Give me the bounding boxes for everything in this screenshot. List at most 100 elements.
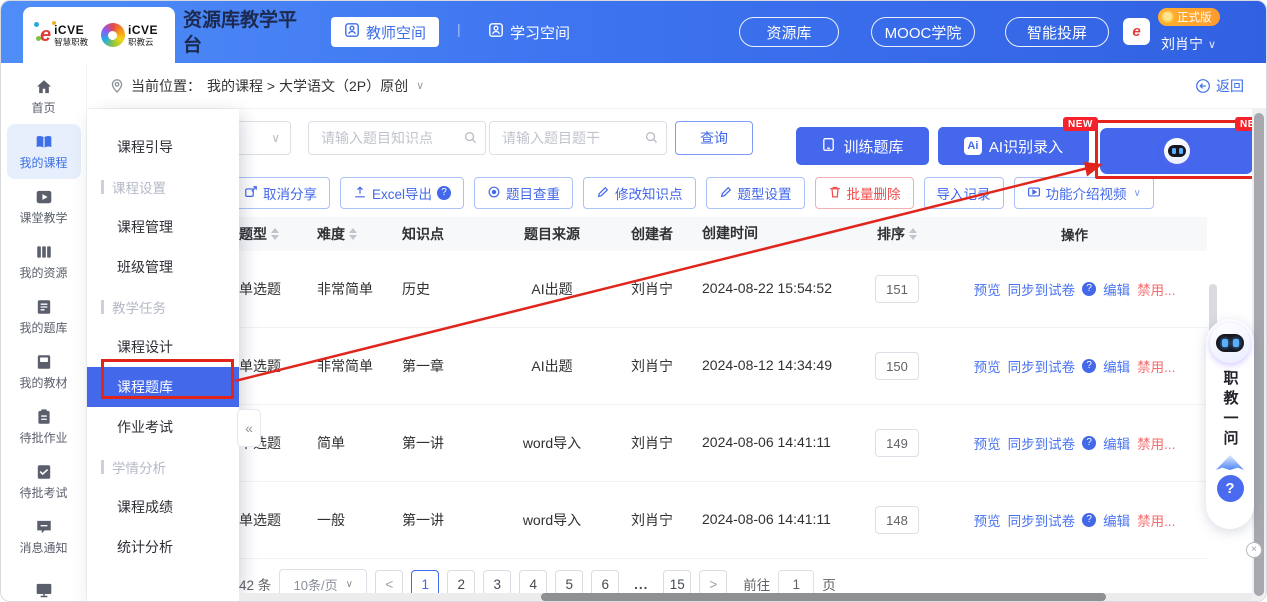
toolbar-duplicate-check-button[interactable]: 题目查重 [474,177,573,209]
toolbar-cancel-share-button[interactable]: 取消分享 [231,177,330,209]
column-header: 创建者 [612,224,692,244]
sidebar-item-notifications[interactable]: 消息通知 [7,509,81,564]
close-icon[interactable]: × [1246,542,1262,558]
menu-item-statistics[interactable]: 统计分析 [87,527,239,567]
toolbar-excel-export-button[interactable]: Excel导出 ? [340,177,464,209]
chevron-down-icon: ∨ [1134,188,1141,199]
sidebar-item-label: 待批考试 [19,484,67,501]
order-input[interactable] [875,352,919,380]
row-actions-cell: 预览 同步到试卷 ? 编辑 禁用... [942,279,1207,299]
ai-recognize-button[interactable]: Ai AI识别录入 [938,127,1089,165]
disable-link[interactable]: 禁用... [1137,356,1175,376]
sort-icons[interactable] [909,228,917,240]
sort-icons[interactable] [349,228,357,240]
assistant-widget[interactable]: 职教一问 ? [1206,319,1254,529]
menu-item-course-guide[interactable]: 课程引导 [87,127,239,167]
back-button[interactable]: 返回 [1195,76,1244,96]
disable-link[interactable]: 禁用... [1137,279,1175,299]
teacher-space-button[interactable]: 教师空间 [331,17,439,47]
help-button[interactable]: ? [1217,475,1244,502]
search-button[interactable]: 查询 [675,121,753,155]
preview-link[interactable]: 预览 [974,510,1001,530]
sidebar-item-screen[interactable] [7,564,81,601]
sidebar-item-label: 课堂教学 [19,209,67,226]
menu-item-course-grades[interactable]: 课程成绩 [87,487,239,527]
breadcrumb-path[interactable]: 我的课程 > 大学语文（2P）原创 [207,76,408,96]
toolbar-batch-delete-button[interactable]: 批量删除 [815,177,914,209]
sync-to-paper-link[interactable]: 同步到试卷 [1008,510,1076,530]
sidebar-item-my-courses[interactable]: 我的课程 [7,124,81,179]
textbook-icon [35,353,53,371]
menu-item-course-design[interactable]: 课程设计 [87,327,239,367]
disable-link[interactable]: 禁用... [1137,433,1175,453]
creator-cell: 刘肖宁 [612,356,692,376]
sidebar-item-my-question-bank[interactable]: 我的题库 [7,289,81,344]
logo2-title: iCVE [128,24,158,36]
sidebar-item-my-resources[interactable]: 我的资源 [7,234,81,289]
window-scrollbar-thumb[interactable] [1254,113,1264,596]
new-badge: NEW [1063,117,1098,131]
created-at-cell: 2024-08-06 14:41:11 [692,509,852,531]
quick-link-0[interactable]: 资源库 [739,17,839,47]
horizontal-scrollbar-thumb[interactable] [541,593,1106,601]
sort-icons[interactable] [271,228,279,240]
order-input[interactable] [875,506,919,534]
table-row: 单选题 非常简单 历史 AI出题 刘肖宁 2024-08-22 15:54:52… [207,251,1207,328]
icve-zhijiaoyun-logo: iCVE 职教云 [101,23,158,47]
edit-link[interactable]: 编辑 [1103,356,1130,376]
edit-link[interactable]: 编辑 [1103,433,1130,453]
menu-item-course-management[interactable]: 课程管理 [87,207,239,247]
quick-link-1[interactable]: MOOC学院 [871,17,975,47]
logo1-title: iCVE [54,24,88,36]
icve-mini-logo[interactable]: e [1123,18,1150,45]
logo1-subtitle: 智慧职教 [54,38,88,47]
help-badge-icon[interactable]: ? [1082,436,1096,450]
preview-link[interactable]: 预览 [974,433,1001,453]
ai-icon: Ai [964,137,982,155]
quick-link-2[interactable]: 智能投屏 [1005,17,1109,47]
help-badge-icon[interactable]: ? [437,186,451,200]
top-header: e iCVE智慧职教 iCVE职教云 资源库教学平台 教师空间 | 学习空间 资… [1,1,1266,63]
sidebar-item-my-textbooks[interactable]: 我的教材 [7,344,81,399]
help-badge-icon[interactable]: ? [1082,359,1096,373]
menu-section-course-settings: 课程设置 [87,167,239,207]
sidebar-item-pending-exams[interactable]: 待批考试 [7,454,81,509]
preview-link[interactable]: 预览 [974,356,1001,376]
toolbar-modify-knowledge-button[interactable]: 修改知识点 [583,177,696,209]
sync-to-paper-link[interactable]: 同步到试卷 [1008,279,1076,299]
help-badge-icon[interactable]: ? [1082,513,1096,527]
menu-collapse-button[interactable]: « [237,409,261,447]
preview-link[interactable]: 预览 [974,279,1001,299]
sidebar-item-pending-homework[interactable]: 待批作业 [7,399,81,454]
sidebar-item-label: 消息通知 [19,539,67,556]
sidebar-item-label: 我的题库 [19,319,67,336]
training-bank-button[interactable]: 训练题库 [796,127,929,165]
knowledge-point-cell: 第一章 [392,356,492,376]
edit-link[interactable]: 编辑 [1103,510,1130,530]
sidebar-item-home[interactable]: 首页 [7,69,81,124]
sync-to-paper-link[interactable]: 同步到试卷 [1008,433,1076,453]
intro-video-icon [1027,185,1041,202]
student-space-button[interactable]: 学习空间 [475,17,583,47]
modify-knowledge-icon [596,185,610,202]
chevron-down-icon[interactable]: ∨ [416,79,424,92]
disable-link[interactable]: 禁用... [1137,510,1175,530]
stem-search-input[interactable] [489,121,667,155]
menu-item-homework-exam[interactable]: 作业考试 [87,407,239,447]
logo2-subtitle: 职教云 [128,38,158,47]
edit-link[interactable]: 编辑 [1103,279,1130,299]
toolbar-intro-video-button[interactable]: 功能介绍视频 ∨ [1014,177,1154,209]
clipboard-icon [35,408,53,426]
help-badge-icon[interactable]: ? [1082,282,1096,296]
toolbar-import-records-button[interactable]: 导入记录 [924,177,1004,209]
menu-item-course-question-bank[interactable]: 课程题库 [87,367,239,407]
knowledge-search-input[interactable] [308,121,486,155]
toolbar-question-type-settings-button[interactable]: 题型设置 [706,177,805,209]
sidebar-item-classroom-teaching[interactable]: 课堂教学 [7,179,81,234]
user-menu[interactable]: 刘肖宁 ∨ [1161,34,1216,54]
sync-to-paper-link[interactable]: 同步到试卷 [1008,356,1076,376]
order-input[interactable] [875,275,919,303]
order-input[interactable] [875,429,919,457]
menu-item-class-management[interactable]: 班级管理 [87,247,239,287]
ai-generate-button[interactable] [1100,128,1253,174]
